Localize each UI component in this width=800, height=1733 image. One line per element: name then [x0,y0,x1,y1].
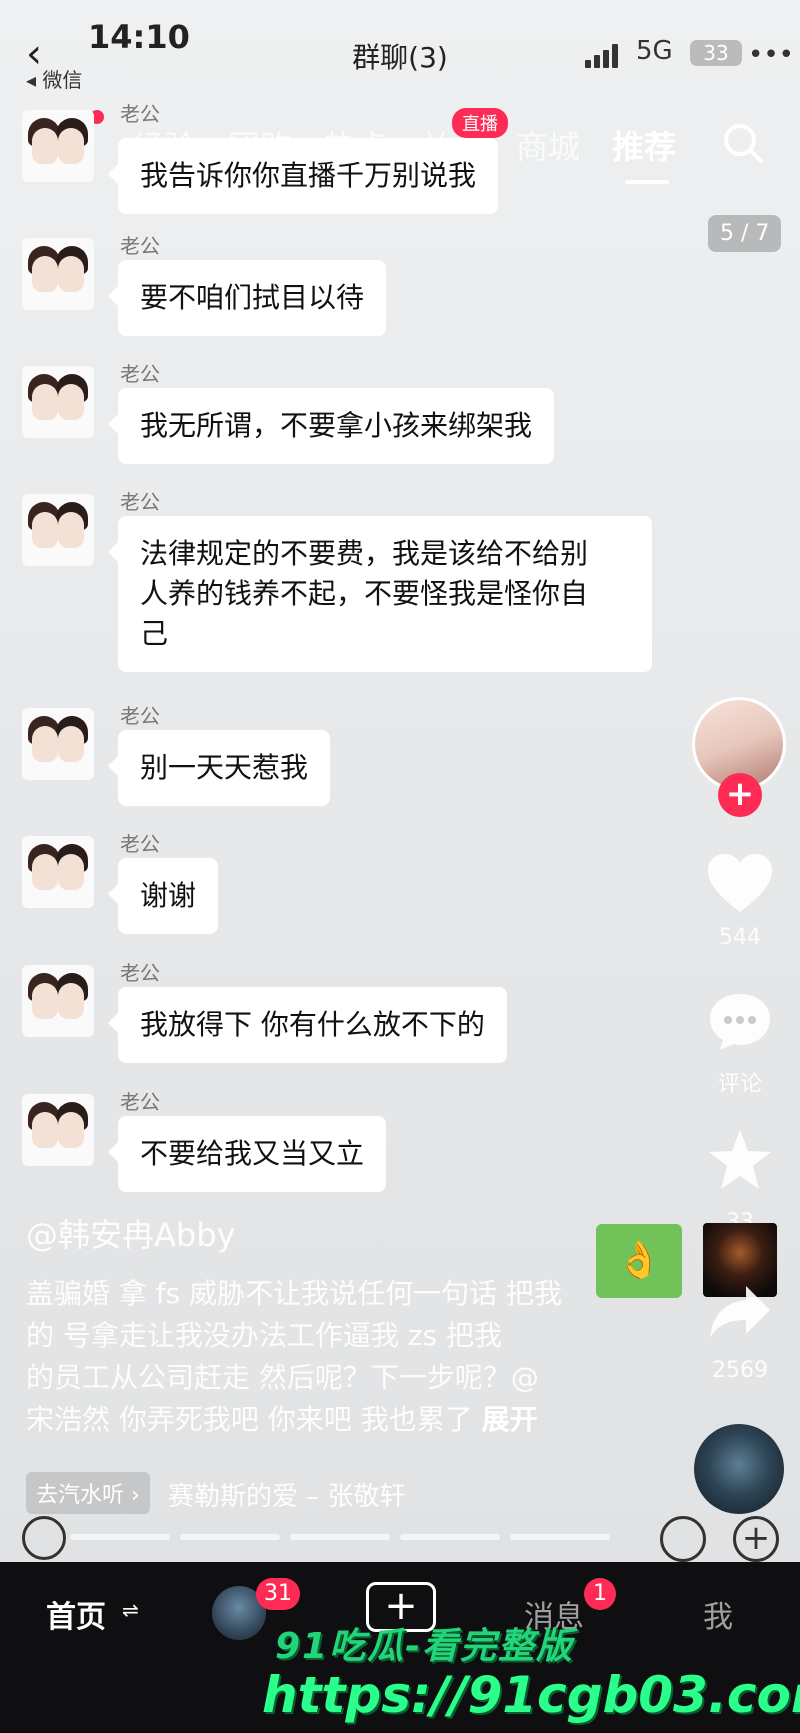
message-line: 人养的钱养不起，不要怪我是怪你自 [140,577,589,610]
refresh-arrows-icon: ⇌ [122,1598,139,1622]
search-icon[interactable] [722,122,764,164]
battery-icon: 33 [690,40,742,66]
tab-mall[interactable]: 商城 [516,122,580,168]
caption-line: 的 号拿走让我没办法工作逼我 zs 把我 [26,1319,502,1352]
more-plus-icon[interactable]: + [733,1516,779,1562]
expand-link[interactable]: 展开 [482,1403,538,1436]
message-line: 法律规定的不要费，我是该给不给别 [140,537,589,570]
heart-icon[interactable] [706,852,774,916]
favorite-star-icon[interactable] [706,1128,774,1192]
author-handle[interactable]: @韩安冉Abby [26,1210,235,1256]
active-tab-indicator [625,180,669,184]
caption-line: 宋浩然 你弄死我吧 你来吧 我也累了 [26,1403,473,1436]
avatar[interactable] [22,110,94,182]
avatar[interactable] [22,366,94,438]
caption-line: 的员工从公司赶走 然后呢？下一步呢？@ [26,1361,539,1394]
sender-name: 老公 [120,961,160,985]
sender-name: 老公 [120,1090,160,1114]
caption-line: 盖骗婚 拿 fs 威胁不让我说任何一句话 把我 [26,1277,563,1310]
nav-home[interactable]: 首页 [46,1592,106,1636]
message-bubble[interactable]: 不要给我又当又立 [107,1116,387,1192]
tab-recommended[interactable]: 推荐 [612,122,676,168]
follow-button[interactable]: + [718,773,762,817]
sender-name: 老公 [120,234,160,258]
friends-badge: 31 [256,1578,300,1610]
share-icon[interactable] [706,1280,774,1344]
message-bubble[interactable]: 我无所谓，不要拿小孩来绑架我 [107,388,555,464]
avatar[interactable] [22,1094,94,1166]
sender-name: 老公 [120,832,160,856]
voice-icon[interactable] [22,1516,66,1560]
avatar[interactable] [22,238,94,310]
share-count: 2569 [712,1358,768,1383]
like-count: 544 [719,925,761,950]
avatar[interactable] [22,708,94,780]
status-bar: ‹ 14:10 ◂ 微信 群聊(3) 5G 33 ••• [0,0,800,92]
signal-icon [585,42,625,68]
watermark-line1: 91吃瓜-看完整版 [275,1626,575,1667]
sender-name: 老公 [120,362,160,386]
messages-badge: 1 [584,1578,616,1610]
sender-name: 老公 [120,490,160,514]
live-badge: 直播 [452,108,508,138]
caption-line-last: 宋浩然 你弄死我吧 你来吧 我也累了 展开 [26,1399,616,1441]
music-title[interactable]: 赛勒斯的爱 – 张敬轩 [168,1476,406,1513]
video-caption: 盖骗婚 拿 fs 威胁不让我说任何一句话 把我 的 号拿走让我没办法工作逼我 z… [26,1273,616,1441]
message-bubble[interactable]: 要不咱们拭目以待 [107,260,387,336]
emoji-icon[interactable] [660,1516,706,1562]
message-bubble[interactable]: 法律规定的不要费，我是该给不给别 人养的钱养不起，不要怪我是怪你自 己 [108,516,652,672]
nav-me[interactable]: 我 [703,1592,733,1636]
comment-label: 评论 [717,1072,762,1097]
message-bubble[interactable]: 我告诉你你直播千万别说我 [107,138,499,214]
video-progress[interactable] [70,1534,650,1540]
avatar[interactable] [22,494,94,566]
avatar[interactable] [22,836,94,908]
image-page-counter: 5 / 7 [708,215,782,252]
music-disc[interactable] [694,1424,784,1514]
message-bubble[interactable]: 我放得下 你有什么放不下的 [108,987,507,1063]
avatar[interactable] [22,965,94,1037]
more-icon[interactable]: ••• [748,40,794,70]
comment-icon[interactable] [706,990,774,1054]
message-bubble[interactable]: 别一天天惹我 [107,730,331,806]
sender-name: 老公 [120,704,160,728]
message-bubble[interactable]: 谢谢 [107,858,219,934]
screen: ‹ 14:10 ◂ 微信 群聊(3) 5G 33 ••• 经验 团购 热点 关注… [0,0,800,1733]
message-line: 己 [140,617,169,650]
listen-on-qishui-link[interactable]: 去汽水听 › [26,1472,150,1514]
chat-title: 群聊(3) [352,41,448,74]
watermark-url: https://91cgb03.com [262,1666,800,1724]
sender-name: 老公 [120,102,160,126]
network-type: 5G [636,36,673,66]
